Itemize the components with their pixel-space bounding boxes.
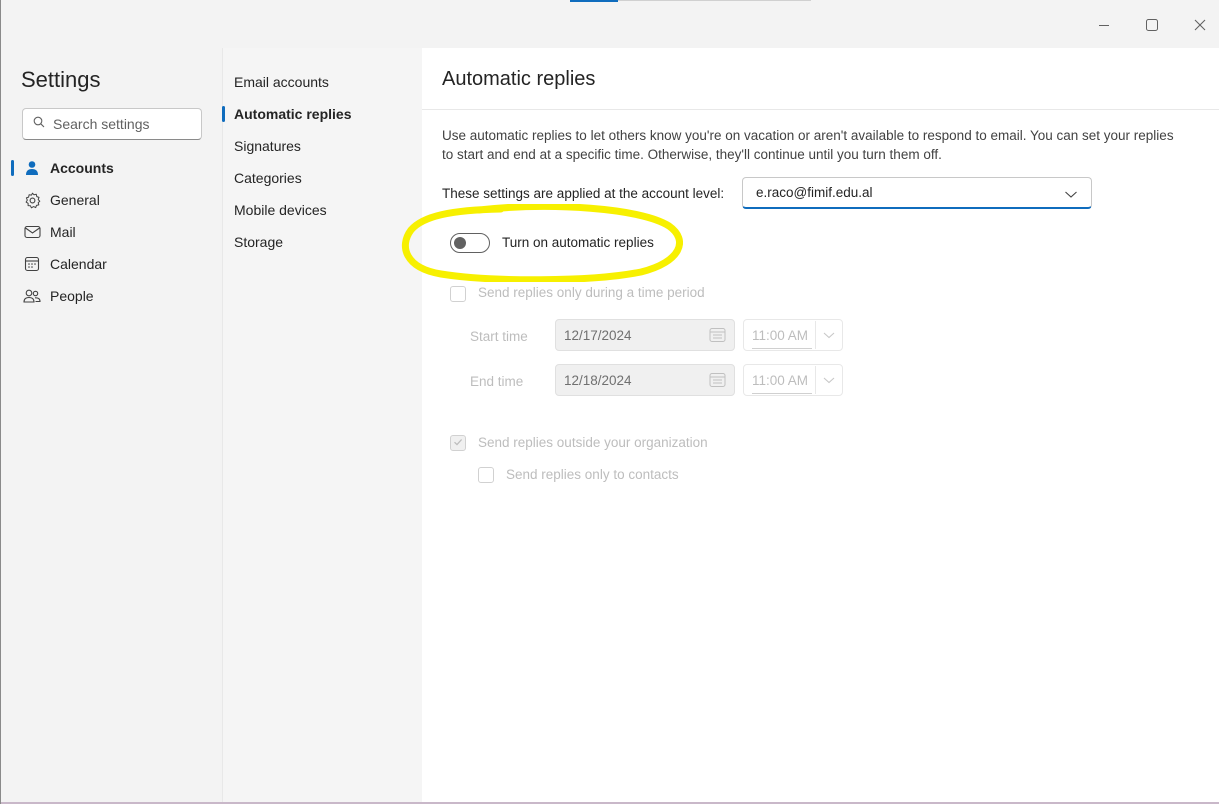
subnav-item-automatic-replies[interactable]: Automatic replies xyxy=(234,104,351,124)
search-icon xyxy=(33,115,45,133)
end-date-value: 12/18/2024 xyxy=(564,372,632,388)
contacts-only-label: Send replies only to contacts xyxy=(506,467,679,482)
contacts-only-checkbox[interactable] xyxy=(478,467,494,483)
person-icon xyxy=(22,158,42,178)
start-time-field[interactable]: 11:00 AM xyxy=(743,319,843,351)
chevron-down-icon xyxy=(1064,187,1078,202)
active-tab-indicator xyxy=(570,0,618,2)
accounts-subnav xyxy=(222,48,422,802)
automatic-replies-toggle-label: Turn on automatic replies xyxy=(502,235,654,250)
sidebar-item-label: Mail xyxy=(50,224,76,240)
toggle-knob xyxy=(454,237,466,249)
minimize-icon xyxy=(1098,19,1110,31)
page-title: Automatic replies xyxy=(442,68,596,90)
calendar-icon xyxy=(709,372,726,391)
tab-strip-line xyxy=(618,0,811,1)
account-level-label: These settings are applied at the accoun… xyxy=(442,186,725,201)
search-settings-input[interactable] xyxy=(53,116,193,132)
search-settings-box[interactable] xyxy=(22,108,202,140)
subnav-active-indicator xyxy=(222,106,225,122)
input-underline xyxy=(752,393,812,394)
end-time-label: End time xyxy=(470,374,524,389)
checkmark-icon xyxy=(453,434,463,452)
active-indicator xyxy=(11,160,14,176)
sidebar-item-general[interactable]: General xyxy=(11,184,211,216)
gear-icon xyxy=(22,190,42,210)
end-date-field[interactable]: 12/18/2024 xyxy=(555,364,735,396)
outside-org-checkbox[interactable] xyxy=(450,435,466,451)
account-dropdown-value: e.raco@fimif.edu.al xyxy=(756,185,873,200)
time-period-checkbox[interactable] xyxy=(450,286,466,302)
account-dropdown[interactable]: e.raco@fimif.edu.al xyxy=(742,177,1092,209)
people-icon xyxy=(22,286,42,306)
subnav-item-signatures[interactable]: Signatures xyxy=(234,136,301,156)
sidebar-item-label: Calendar xyxy=(50,256,107,272)
sidebar-item-label: Accounts xyxy=(50,160,114,176)
end-time-field[interactable]: 11:00 AM xyxy=(743,364,843,396)
sidebar-item-calendar[interactable]: Calendar xyxy=(11,248,211,280)
close-icon xyxy=(1194,19,1206,31)
outside-org-label: Send replies outside your organization xyxy=(478,435,708,450)
sidebar-item-mail[interactable]: Mail xyxy=(11,216,211,248)
start-date-field[interactable]: 12/17/2024 xyxy=(555,319,735,351)
maximize-icon xyxy=(1146,19,1158,31)
title-bar xyxy=(1,0,1219,48)
maximize-button[interactable] xyxy=(1130,8,1174,42)
calendar-icon xyxy=(22,254,42,274)
title-divider xyxy=(422,109,1219,110)
sidebar-item-label: General xyxy=(50,192,100,208)
input-underline xyxy=(752,348,812,349)
description-text: Use automatic replies to let others know… xyxy=(442,128,1174,162)
end-time-value: 11:00 AM xyxy=(752,372,809,388)
automatic-replies-toggle[interactable] xyxy=(450,233,490,253)
chevron-down-icon[interactable] xyxy=(815,321,841,349)
start-time-label: Start time xyxy=(470,329,528,344)
subnav-item-email-accounts[interactable]: Email accounts xyxy=(234,72,329,92)
settings-title: Settings xyxy=(21,67,101,92)
start-time-value: 11:00 AM xyxy=(752,327,809,343)
subnav-item-categories[interactable]: Categories xyxy=(234,168,302,188)
subnav-item-storage[interactable]: Storage xyxy=(234,232,283,252)
time-period-label: Send replies only during a time period xyxy=(478,285,705,300)
calendar-icon xyxy=(709,327,726,346)
sidebar-item-accounts[interactable]: Accounts xyxy=(11,152,211,184)
close-button[interactable] xyxy=(1178,8,1219,42)
settings-window: Settings Accounts General Mail Calendar xyxy=(0,0,1219,804)
chevron-down-icon[interactable] xyxy=(815,366,841,394)
sidebar-item-label: People xyxy=(50,288,94,304)
mail-icon xyxy=(22,222,42,242)
sidebar-item-people[interactable]: People xyxy=(11,280,211,312)
minimize-button[interactable] xyxy=(1082,8,1126,42)
subnav-item-mobile-devices[interactable]: Mobile devices xyxy=(234,200,327,220)
start-date-value: 12/17/2024 xyxy=(564,327,632,343)
